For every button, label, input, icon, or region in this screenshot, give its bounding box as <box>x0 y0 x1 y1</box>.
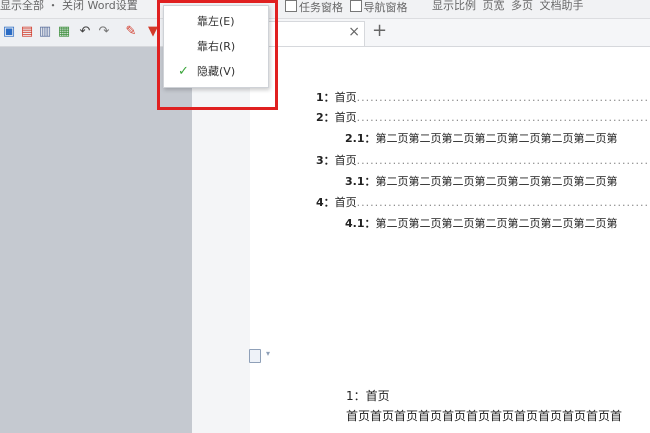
toc-entry-number: 3.1： <box>345 175 376 188</box>
body-heading[interactable]: 1：首页 <box>346 388 390 404</box>
print-preview-icon[interactable]: ▦ <box>57 25 71 39</box>
chevron-down-icon[interactable]: ▾ <box>266 349 270 358</box>
toc-entry-number: 4.1： <box>345 217 376 230</box>
annotation-highlight-box <box>157 0 278 110</box>
redo-icon[interactable]: ↷ <box>97 25 111 39</box>
nav-pane-label[interactable]: 导航窗格 <box>364 2 408 14</box>
ribbon-strip: 显示全部 ・ 关闭 Word设置 任务窗格 导航窗格 显示比例 页宽 多页 文档… <box>0 0 650 19</box>
document-tab-bar: × + <box>268 19 650 46</box>
zoom-button[interactable]: 显示比例 <box>432 0 476 12</box>
toc-entry-text: 首页 <box>334 91 357 104</box>
toc-entry-3-1[interactable]: 3.1：第二页第二页第二页第二页第二页第二页第二页第 <box>345 174 650 190</box>
save-icon[interactable]: ▣ <box>2 25 16 39</box>
task-pane-label[interactable]: 任务窗格 <box>299 2 343 14</box>
ribbon-right-group: 显示比例 页宽 多页 文档助手 <box>432 0 587 18</box>
print-icon[interactable]: ▥ <box>38 25 52 39</box>
toc-entry-text: 首页 <box>334 196 357 209</box>
ribbon-middle-group: 任务窗格 导航窗格 <box>285 0 411 18</box>
nav-pane-checkbox[interactable] <box>349 0 362 12</box>
page-icon[interactable] <box>249 349 261 363</box>
toc-entry-4-1[interactable]: 4.1：第二页第二页第二页第二页第二页第二页第二页第 <box>345 216 650 232</box>
multi-page-button[interactable]: 多页 <box>511 0 533 12</box>
document-tab[interactable]: × <box>268 21 365 46</box>
toc-entry-number: 2.1： <box>345 132 376 145</box>
toc-entry-number: 4： <box>316 196 335 209</box>
toc-entry-text: 第二页第二页第二页第二页第二页第二页第二页第 <box>375 132 618 145</box>
toc-entry-number: 1： <box>316 91 335 104</box>
toc-entry-text: 首页 <box>334 154 357 167</box>
body-heading-text: 首页 <box>365 389 390 403</box>
toc-entry-text: 第二页第二页第二页第二页第二页第二页第二页第 <box>375 217 618 230</box>
toc-entry-3[interactable]: 3：首页....................................… <box>316 153 650 169</box>
ribbon-left-text[interactable]: 显示全部 ・ 关闭 Word设置 <box>0 0 138 12</box>
pdf-icon[interactable]: ▤ <box>20 25 34 39</box>
toc-entry-text: 首页 <box>334 111 357 124</box>
body-heading-number: 1： <box>346 389 366 403</box>
new-tab-icon[interactable]: + <box>372 21 387 41</box>
format-painter-icon[interactable]: ✎ <box>124 25 138 39</box>
task-pane-checkbox[interactable] <box>285 0 297 12</box>
document-page[interactable]: 1：首页....................................… <box>250 47 650 433</box>
toc-entry-1[interactable]: 1：首页....................................… <box>316 90 650 106</box>
ribbon-left-group[interactable]: 显示全部 ・ 关闭 Word设置 <box>0 0 141 18</box>
toc-entry-text: 第二页第二页第二页第二页第二页第二页第二页第 <box>375 175 618 188</box>
tab-close-icon[interactable]: × <box>348 24 360 40</box>
undo-icon[interactable]: ↶ <box>78 25 92 39</box>
page-width-button[interactable]: 页宽 <box>483 0 505 12</box>
toc-entry-number: 2： <box>316 111 335 124</box>
body-paragraph[interactable]: 首页首页首页首页首页首页首页首页首页首页首页首 <box>346 408 650 424</box>
toc-entry-2[interactable]: 2：首页....................................… <box>316 110 650 126</box>
toc-entry-2-1[interactable]: 2.1：第二页第二页第二页第二页第二页第二页第二页第 <box>345 131 650 147</box>
toc-entry-4[interactable]: 4：首页....................................… <box>316 195 650 211</box>
doc-assistant-button[interactable]: 文档助手 <box>540 0 584 12</box>
toc-entry-number: 3： <box>316 154 335 167</box>
